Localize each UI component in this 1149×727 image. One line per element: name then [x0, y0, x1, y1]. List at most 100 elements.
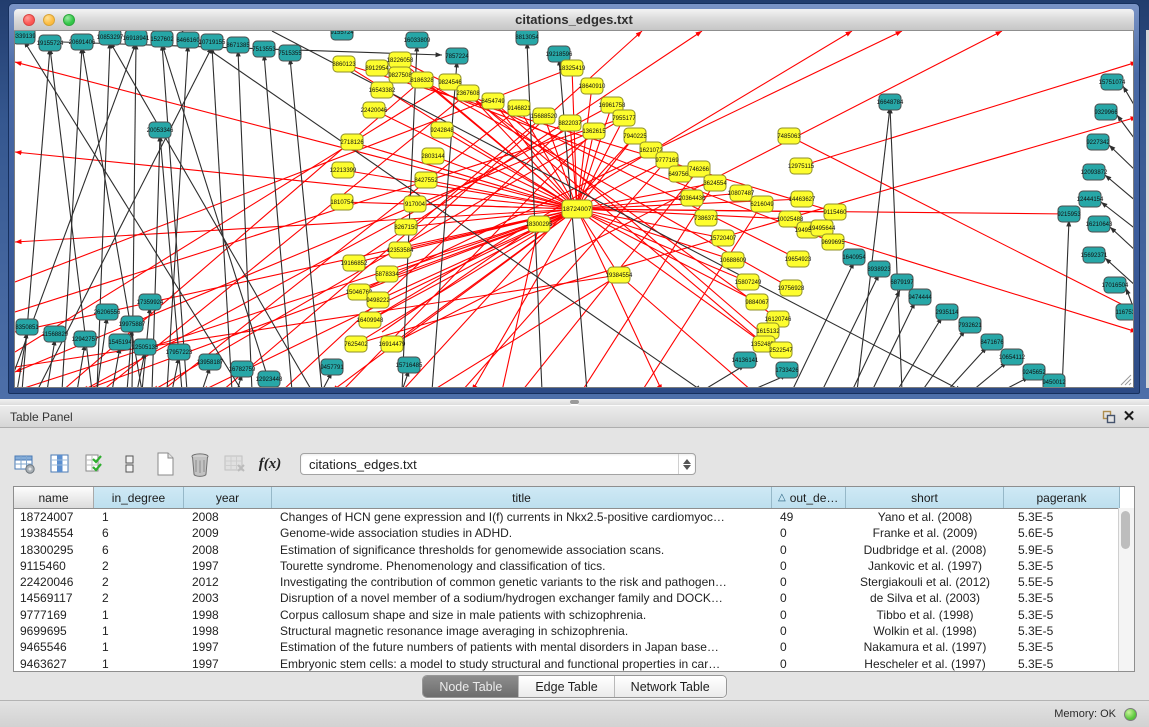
- cell-out_degree[interactable]: 0: [772, 525, 846, 541]
- citation-edge-red[interactable]: [789, 136, 1134, 312]
- cell-out_degree[interactable]: 0: [772, 558, 846, 574]
- rows-icon[interactable]: [117, 451, 143, 477]
- table-row[interactable]: 1872400712008Changes of HCN gene express…: [14, 509, 1134, 525]
- teal-node[interactable]: 19155724: [37, 35, 64, 51]
- column-header-pagerank[interactable]: pagerank: [1004, 487, 1120, 508]
- column-header-out_degree[interactable]: △out_de…: [772, 487, 846, 508]
- teal-node[interactable]: 8471676: [980, 334, 1004, 350]
- teal-node[interactable]: 19975887: [119, 316, 146, 332]
- cell-title[interactable]: Estimation of the future numbers of pati…: [272, 639, 772, 655]
- table-row[interactable]: 977716911998Corpus callosum shape and si…: [14, 607, 1134, 623]
- cell-name[interactable]: 9777169: [14, 607, 94, 623]
- cell-name[interactable]: 19384554: [14, 525, 94, 541]
- yellow-node[interactable]: 9498222: [366, 292, 390, 308]
- cell-in_degree[interactable]: 1: [94, 623, 184, 639]
- cell-title[interactable]: Disruption of a novel member of a sodium…: [272, 590, 772, 606]
- cell-name[interactable]: 14569117: [14, 590, 94, 606]
- cell-year[interactable]: 2008: [184, 542, 272, 558]
- teal-node[interactable]: 15716485: [396, 357, 423, 373]
- cell-short[interactable]: Dudbridge et al. (2008): [846, 542, 1004, 558]
- yellow-node[interactable]: 8267150: [394, 219, 418, 235]
- cell-title[interactable]: Structural magnetic resonance image aver…: [272, 623, 772, 639]
- cell-year[interactable]: 2012: [184, 574, 272, 590]
- yellow-node[interactable]: 8186328: [410, 72, 434, 88]
- citation-edge-red[interactable]: [619, 275, 752, 388]
- citation-edge-red[interactable]: [432, 275, 619, 388]
- teal-node[interactable]: 6466160: [176, 32, 200, 48]
- cell-out_degree[interactable]: 0: [772, 656, 846, 672]
- teal-node[interactable]: 6879197: [890, 274, 914, 290]
- float-window-icon[interactable]: [1099, 409, 1119, 425]
- cell-pagerank[interactable]: 5.3E-5: [1004, 509, 1120, 525]
- yellow-node[interactable]: 7485063: [777, 128, 801, 144]
- table-row[interactable]: 2242004622012Investigating the contribut…: [14, 574, 1134, 590]
- teal-node[interactable]: 7513553: [252, 41, 276, 57]
- yellow-node[interactable]: 19654923: [785, 251, 812, 267]
- yellow-node[interactable]: 5878334: [375, 266, 399, 282]
- yellow-node[interactable]: 8427552: [414, 172, 438, 188]
- network-canvas-svg[interactable]: 8339139191557242069140610853297169189411…: [15, 31, 1134, 388]
- cell-short[interactable]: Hescheler et al. (1997): [846, 656, 1004, 672]
- citation-edge-black[interactable]: [47, 339, 55, 388]
- cell-title[interactable]: Estimation of significance thresholds fo…: [272, 542, 772, 558]
- cell-name[interactable]: 9465546: [14, 639, 94, 655]
- cell-in_degree[interactable]: 1: [94, 639, 184, 655]
- yellow-node[interactable]: 7386372: [694, 210, 718, 226]
- yellow-node[interactable]: 18640910: [579, 78, 606, 94]
- cell-out_degree[interactable]: 0: [772, 623, 846, 639]
- teal-node[interactable]: 16782759: [229, 361, 256, 377]
- cell-year[interactable]: 1998: [184, 607, 272, 623]
- teal-node[interactable]: 17359924: [137, 294, 164, 310]
- citation-edge-black[interactable]: [792, 262, 854, 388]
- citation-edge-black[interactable]: [947, 347, 987, 388]
- cell-pagerank[interactable]: 5.5E-5: [1004, 574, 1120, 590]
- delete-trash-icon[interactable]: [187, 451, 213, 477]
- teal-node[interactable]: 12093872: [1081, 164, 1108, 180]
- cell-name[interactable]: 9463627: [14, 656, 94, 672]
- table-row[interactable]: 911546021997Tourette syndrome. Phenomeno…: [14, 558, 1134, 574]
- column-header-in_degree[interactable]: in_degree: [94, 487, 184, 508]
- column-header-short[interactable]: short: [846, 487, 1004, 508]
- yellow-node[interactable]: 16914479: [379, 336, 406, 352]
- citation-edge-black[interactable]: [77, 344, 85, 388]
- table-options-icon[interactable]: [12, 451, 38, 477]
- teal-node[interactable]: 8350851: [15, 319, 39, 335]
- cell-pagerank[interactable]: 5.6E-5: [1004, 525, 1120, 541]
- citation-edge-red[interactable]: [15, 275, 619, 367]
- yellow-node[interactable]: 8454749: [481, 93, 505, 109]
- cell-out_degree[interactable]: 0: [772, 607, 846, 623]
- citation-edge-red[interactable]: [502, 224, 539, 388]
- teal-node[interactable]: 1640954: [842, 249, 866, 265]
- cell-short[interactable]: Yano et al. (2008): [846, 509, 1004, 525]
- yellow-node[interactable]: 3624554: [703, 175, 727, 191]
- teal-node[interactable]: 2935114: [936, 304, 960, 320]
- table-row[interactable]: 1456911722003Disruption of a novel membe…: [14, 590, 1134, 606]
- cell-out_degree[interactable]: 0: [772, 542, 846, 558]
- cell-in_degree[interactable]: 2: [94, 574, 184, 590]
- teal-node[interactable]: 9215953: [1057, 206, 1081, 222]
- teal-node[interactable]: 1733426: [775, 362, 799, 378]
- cell-name[interactable]: 18300295: [14, 542, 94, 558]
- yellow-node[interactable]: 9884067: [745, 294, 769, 310]
- citation-edge-black[interactable]: [822, 274, 879, 388]
- yellow-node[interactable]: 9146821: [507, 100, 531, 116]
- yellow-node[interactable]: 1810754: [330, 194, 354, 210]
- cell-pagerank[interactable]: 5.3E-5: [1004, 558, 1120, 574]
- cell-title[interactable]: Investigating the contribution of common…: [272, 574, 772, 590]
- yellow-node[interactable]: 16409948: [357, 312, 384, 328]
- network-window-titlebar[interactable]: citations_edges.txt: [14, 9, 1134, 31]
- yellow-node[interactable]: 8860123: [332, 56, 356, 72]
- tab-node-table[interactable]: Node Table: [423, 676, 519, 697]
- cell-year[interactable]: 1998: [184, 623, 272, 639]
- teal-node[interactable]: 17016504: [1102, 277, 1129, 293]
- yellow-node[interactable]: 19756928: [778, 280, 805, 296]
- teal-node[interactable]: 12923448: [256, 371, 283, 387]
- yellow-node[interactable]: 7625402: [344, 336, 368, 352]
- table-row[interactable]: 946554611997Estimation of the future num…: [14, 639, 1134, 655]
- teal-node[interactable]: 8938923: [867, 261, 891, 277]
- citation-edge-red[interactable]: [577, 209, 619, 275]
- cell-in_degree[interactable]: 1: [94, 656, 184, 672]
- yellow-node[interactable]: 18226058: [387, 52, 414, 68]
- cell-short[interactable]: Nakamura et al. (1997): [846, 639, 1004, 655]
- hub-node[interactable]: 18724007: [562, 200, 592, 218]
